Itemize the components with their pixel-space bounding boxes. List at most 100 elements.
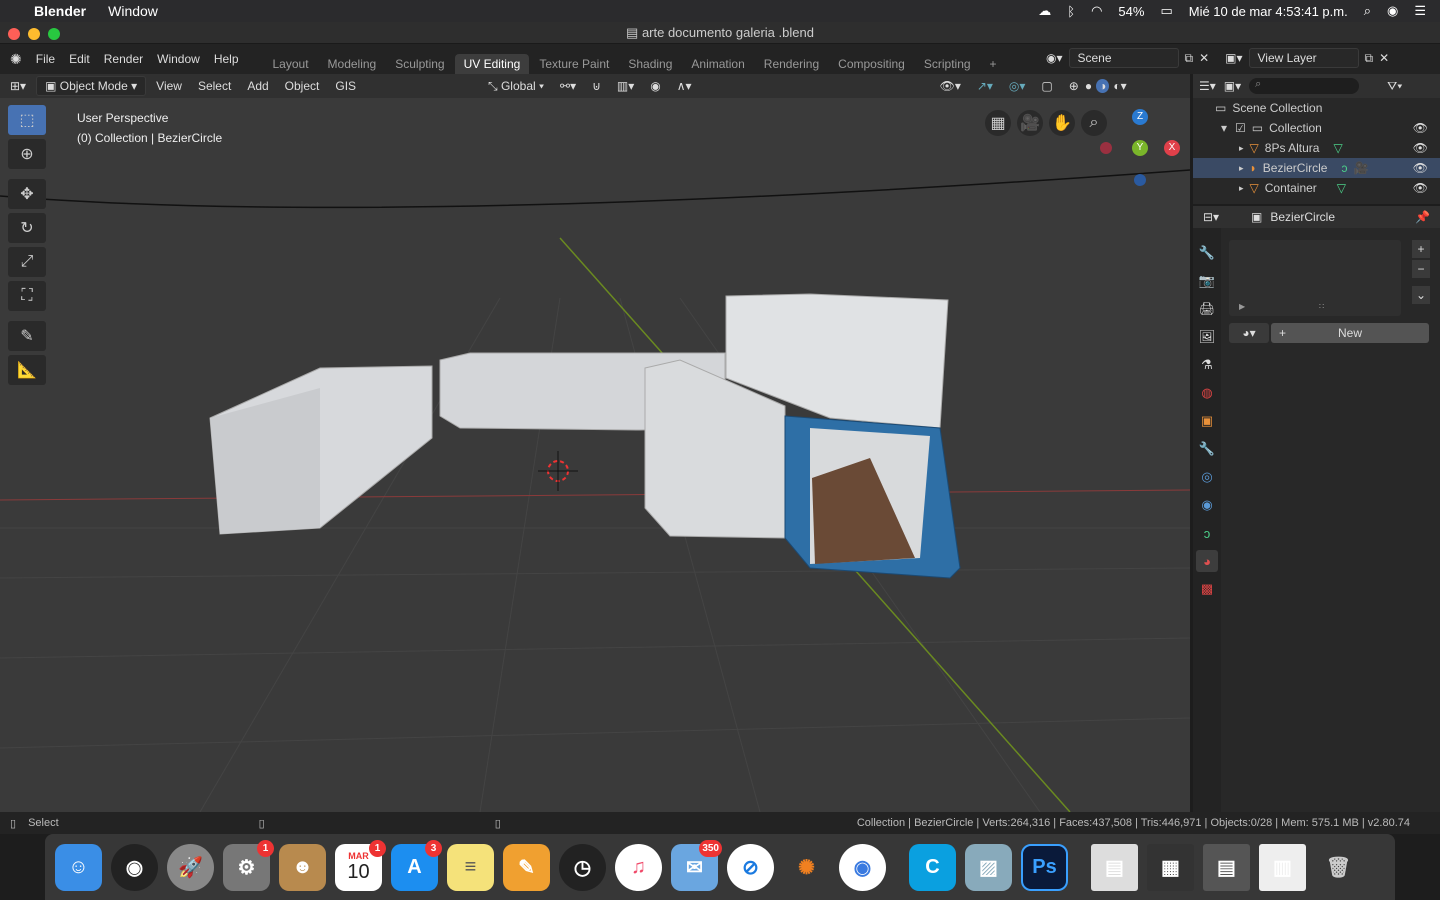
outliner-row-collection[interactable]: ▾ ☑ ▭ Collection 👁 [1193, 118, 1440, 138]
toggle-ortho-icon[interactable]: ▦ [985, 110, 1011, 136]
menu-add[interactable]: Add [241, 77, 274, 95]
spotlight-icon[interactable]: ⌕ [1364, 3, 1371, 19]
orientation-selector[interactable]: ⤡ Global ▾ [482, 77, 550, 96]
display-mode-icon[interactable]: ▣▾ [1224, 79, 1241, 93]
zoom-icon[interactable]: ⌕ [1081, 110, 1107, 136]
curve-data-tab-icon[interactable]: ↄ [1196, 522, 1218, 544]
tab-sculpting[interactable]: Sculpting [386, 54, 453, 74]
xray-icon[interactable]: ▢ [1035, 77, 1058, 95]
tab-rendering[interactable]: Rendering [755, 54, 828, 74]
scene-tab-icon[interactable]: ⚗ [1196, 354, 1218, 376]
navigation-gizmo[interactable]: Z X Y [1100, 106, 1180, 186]
select-box-tool-icon[interactable]: ⬚ [8, 105, 46, 135]
tool-tab-icon[interactable]: 🔧 [1196, 242, 1218, 264]
physics-tab-icon[interactable]: ◉ [1196, 494, 1218, 516]
notification-center-icon[interactable]: ☰ [1414, 3, 1426, 19]
new-material-button[interactable]: + New [1271, 323, 1429, 343]
bluetooth-icon[interactable]: ᛒ [1067, 4, 1075, 19]
view-layer-selector[interactable]: View Layer [1248, 48, 1359, 68]
tab-compositing[interactable]: Compositing [829, 54, 914, 74]
add-slot-button[interactable]: + [1412, 240, 1430, 258]
menu-gis[interactable]: GIS [329, 77, 362, 95]
window-thumb-3[interactable]: ▤ [1203, 843, 1250, 891]
tab-animation[interactable]: Animation [682, 54, 753, 74]
tab-uv-editing[interactable]: UV Editing [454, 54, 530, 74]
falloff-icon[interactable]: ∧▾ [671, 77, 698, 95]
proportional-edit-icon[interactable]: ◉ [644, 77, 666, 95]
wireframe-shading-icon[interactable]: ⊕ [1063, 77, 1085, 95]
new-scene-icon[interactable]: ⧉ [1185, 51, 1194, 66]
gizmo-z-axis[interactable]: Z [1132, 109, 1148, 125]
view-layer-browse-icon[interactable]: ▣▾ [1225, 51, 1242, 65]
eye-icon[interactable]: 👁 [1413, 181, 1428, 195]
transform-tool-icon[interactable]: ⛶ [8, 281, 46, 311]
clock-app-icon[interactable]: ◷ [559, 843, 606, 891]
preview-icon[interactable]: ▨ [965, 843, 1012, 891]
solid-shading-icon[interactable]: ● [1085, 79, 1092, 93]
visibility-icon[interactable]: 👁▾ [934, 77, 967, 95]
texture-tab-icon[interactable]: ▩ [1196, 578, 1218, 600]
outliner-row-8ps-altura[interactable]: ▸ ▽ 8Ps Altura ▽ 👁 [1193, 138, 1440, 158]
tab-shading[interactable]: Shading [619, 54, 681, 74]
outliner-row-container[interactable]: ▸ ▽ Container ▽ 👁 [1193, 178, 1440, 198]
expand-arrow-icon[interactable]: ▸ [1239, 183, 1244, 194]
creative-cloud-icon[interactable]: ☁ [1038, 3, 1051, 19]
3d-cursor[interactable] [538, 451, 578, 491]
window-thumb-2[interactable]: ▦ [1147, 843, 1194, 891]
remove-slot-button[interactable]: − [1412, 260, 1430, 278]
eye-icon[interactable]: 👁 [1413, 161, 1428, 175]
contacts-icon[interactable]: ☻ [279, 843, 326, 891]
world-tab-icon[interactable]: ◍ [1196, 382, 1218, 404]
gizmo-neg-x[interactable] [1100, 142, 1112, 154]
trash-icon[interactable]: 🗑 [1315, 844, 1362, 891]
outliner-row-beziercircle[interactable]: ▸ ◗ BezierCircle ↄ 🎥 👁 [1193, 158, 1440, 178]
window-thumb-1[interactable]: ▤ [1091, 843, 1138, 891]
app-name[interactable]: Blender [34, 3, 86, 19]
pan-hand-icon[interactable]: ✋ [1049, 110, 1075, 136]
material-browse-icon[interactable]: ◕▾ [1229, 323, 1269, 343]
container-stacked-blue[interactable] [784, 415, 961, 579]
material-slot-list[interactable]: ▶ ∷ [1229, 240, 1401, 316]
window-thumb-4[interactable]: ▥ [1259, 843, 1306, 891]
outliner-editor-type-icon[interactable]: ☰▾ [1199, 79, 1216, 93]
wifi-icon[interactable]: ◠ [1091, 3, 1102, 19]
pin-icon[interactable]: 📌 [1415, 210, 1430, 224]
delete-view-layer-icon[interactable]: ✕ [1379, 51, 1389, 65]
mode-selector[interactable]: ▣ Object Mode ▾ [36, 76, 147, 96]
outliner-search-input[interactable]: ⌕ [1249, 78, 1360, 94]
menu-help[interactable]: Help [214, 52, 239, 66]
render-tab-icon[interactable]: 📷 [1196, 270, 1218, 292]
app-store-icon[interactable]: A3 [391, 839, 442, 891]
expand-arrow-icon[interactable]: ▾ [1221, 121, 1227, 135]
gizmo-neg-z[interactable] [1134, 174, 1146, 186]
tab-texture-paint[interactable]: Texture Paint [530, 54, 618, 74]
material-shading-icon[interactable]: ◑ [1096, 79, 1110, 93]
finder-icon[interactable]: ☺ [55, 843, 102, 891]
tab-modeling[interactable]: Modeling [319, 54, 386, 74]
move-tool-icon[interactable]: ✥ [8, 179, 46, 209]
calendar-icon[interactable]: MAR 10 1 [335, 839, 386, 891]
checkbox-icon[interactable]: ☑ [1235, 121, 1246, 135]
close-window-button[interactable] [8, 28, 20, 40]
mail-icon[interactable]: ✉ 350 [671, 839, 722, 891]
snap-target-icon[interactable]: ▥▾ [611, 77, 640, 95]
zoom-window-button[interactable] [48, 28, 60, 40]
add-workspace-button[interactable]: + [981, 54, 1006, 74]
tab-layout[interactable]: Layout [264, 54, 318, 74]
system-preferences-icon[interactable]: ⚙ 1 [223, 839, 274, 891]
menu-edit[interactable]: Edit [69, 52, 90, 66]
camera-view-icon[interactable]: 🎥 [1017, 110, 1043, 136]
tab-scripting[interactable]: Scripting [915, 54, 980, 74]
outliner-row-scene-collection[interactable]: ▭ Scene Collection [1193, 98, 1440, 118]
menu-window-blender[interactable]: Window [157, 52, 200, 66]
notes-icon[interactable]: ≡ [447, 843, 494, 891]
new-view-layer-icon[interactable]: ⧉ [1365, 51, 1374, 66]
measure-tool-icon[interactable]: 📐 [8, 355, 46, 385]
pages-icon[interactable]: ✎ [503, 843, 550, 891]
menu-view[interactable]: View [150, 77, 188, 95]
material-tab-icon[interactable]: ◕ [1196, 550, 1218, 572]
safari-icon[interactable]: ⊘ [727, 843, 774, 891]
siri-icon[interactable]: ◉ [1387, 3, 1398, 19]
battery-percent[interactable]: 54% [1118, 4, 1144, 19]
gizmo-icon[interactable]: ↗▾ [971, 77, 999, 95]
